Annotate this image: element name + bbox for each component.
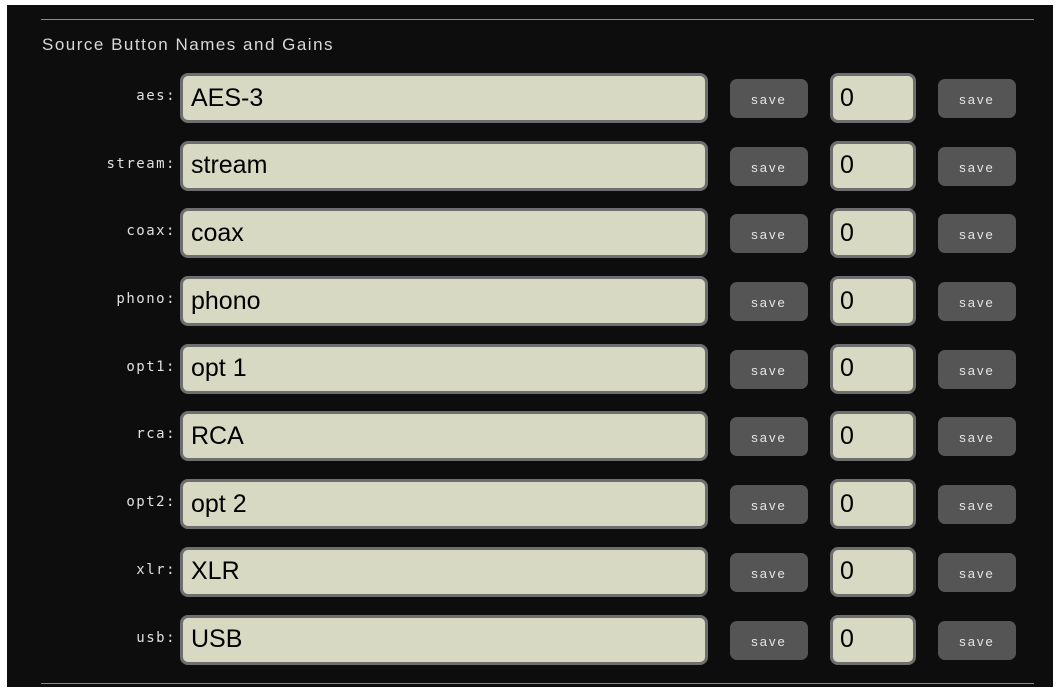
source-gain-input[interactable] bbox=[830, 479, 916, 530]
source-gain-input[interactable] bbox=[830, 614, 916, 665]
source-name-input[interactable] bbox=[180, 479, 708, 530]
source-name-input[interactable] bbox=[180, 343, 708, 394]
bottom-divider bbox=[41, 683, 1034, 684]
top-divider bbox=[41, 19, 1034, 20]
save-gain-button[interactable]: save bbox=[938, 79, 1016, 118]
source-gain-input[interactable] bbox=[830, 411, 916, 462]
source-gain-input[interactable] bbox=[830, 208, 916, 259]
save-gain-button[interactable]: save bbox=[938, 146, 1016, 186]
source-name-input[interactable] bbox=[180, 411, 708, 462]
source-row-opt2: opt2: save save bbox=[7, 478, 1053, 546]
source-gain-input[interactable] bbox=[830, 140, 916, 191]
source-name-input[interactable] bbox=[180, 614, 708, 665]
source-settings-panel: Source Button Names and Gains aes: save … bbox=[7, 5, 1053, 687]
source-row-phono: phono: save save bbox=[7, 275, 1053, 343]
source-row-opt1: opt1: save save bbox=[7, 343, 1053, 411]
save-name-button[interactable]: save bbox=[730, 485, 808, 525]
save-name-button[interactable]: save bbox=[730, 552, 808, 592]
save-name-button[interactable]: save bbox=[730, 79, 808, 118]
source-name-input[interactable] bbox=[180, 208, 708, 259]
source-label: coax: bbox=[126, 223, 176, 240]
source-gain-input[interactable] bbox=[830, 73, 916, 123]
source-row-stream: stream: save save bbox=[7, 140, 1053, 208]
source-gain-input[interactable] bbox=[830, 276, 916, 327]
save-name-button[interactable]: save bbox=[730, 417, 808, 457]
source-label: xlr: bbox=[136, 561, 176, 578]
save-gain-button[interactable]: save bbox=[938, 620, 1016, 660]
save-gain-button[interactable]: save bbox=[938, 417, 1016, 457]
save-gain-button[interactable]: save bbox=[938, 552, 1016, 592]
source-label: aes: bbox=[136, 88, 176, 104]
save-name-button[interactable]: save bbox=[730, 146, 808, 186]
source-rows: aes: save save stream: save save coax: s… bbox=[7, 72, 1053, 681]
source-row-usb: usb: save save bbox=[7, 614, 1053, 682]
source-row-xlr: xlr: save save bbox=[7, 546, 1053, 614]
source-row-rca: rca: save save bbox=[7, 410, 1053, 478]
source-label: opt2: bbox=[126, 494, 176, 511]
save-gain-button[interactable]: save bbox=[938, 214, 1016, 254]
save-name-button[interactable]: save bbox=[730, 282, 808, 322]
source-label: rca: bbox=[136, 426, 176, 443]
source-label: stream: bbox=[106, 155, 176, 172]
save-gain-button[interactable]: save bbox=[938, 485, 1016, 525]
save-name-button[interactable]: save bbox=[730, 349, 808, 389]
save-name-button[interactable]: save bbox=[730, 620, 808, 660]
source-gain-input[interactable] bbox=[830, 546, 916, 597]
source-label: phono: bbox=[116, 291, 176, 308]
source-name-input[interactable] bbox=[180, 546, 708, 597]
save-gain-button[interactable]: save bbox=[938, 349, 1016, 389]
source-gain-input[interactable] bbox=[830, 343, 916, 394]
source-label: usb: bbox=[136, 629, 176, 646]
source-name-input[interactable] bbox=[180, 73, 708, 123]
save-name-button[interactable]: save bbox=[730, 214, 808, 254]
source-name-input[interactable] bbox=[180, 276, 708, 327]
source-row-coax: coax: save save bbox=[7, 207, 1053, 275]
source-label: opt1: bbox=[126, 358, 176, 375]
source-name-input[interactable] bbox=[180, 140, 708, 191]
save-gain-button[interactable]: save bbox=[938, 282, 1016, 322]
source-row-aes: aes: save save bbox=[7, 72, 1053, 140]
section-title: Source Button Names and Gains bbox=[42, 35, 335, 54]
